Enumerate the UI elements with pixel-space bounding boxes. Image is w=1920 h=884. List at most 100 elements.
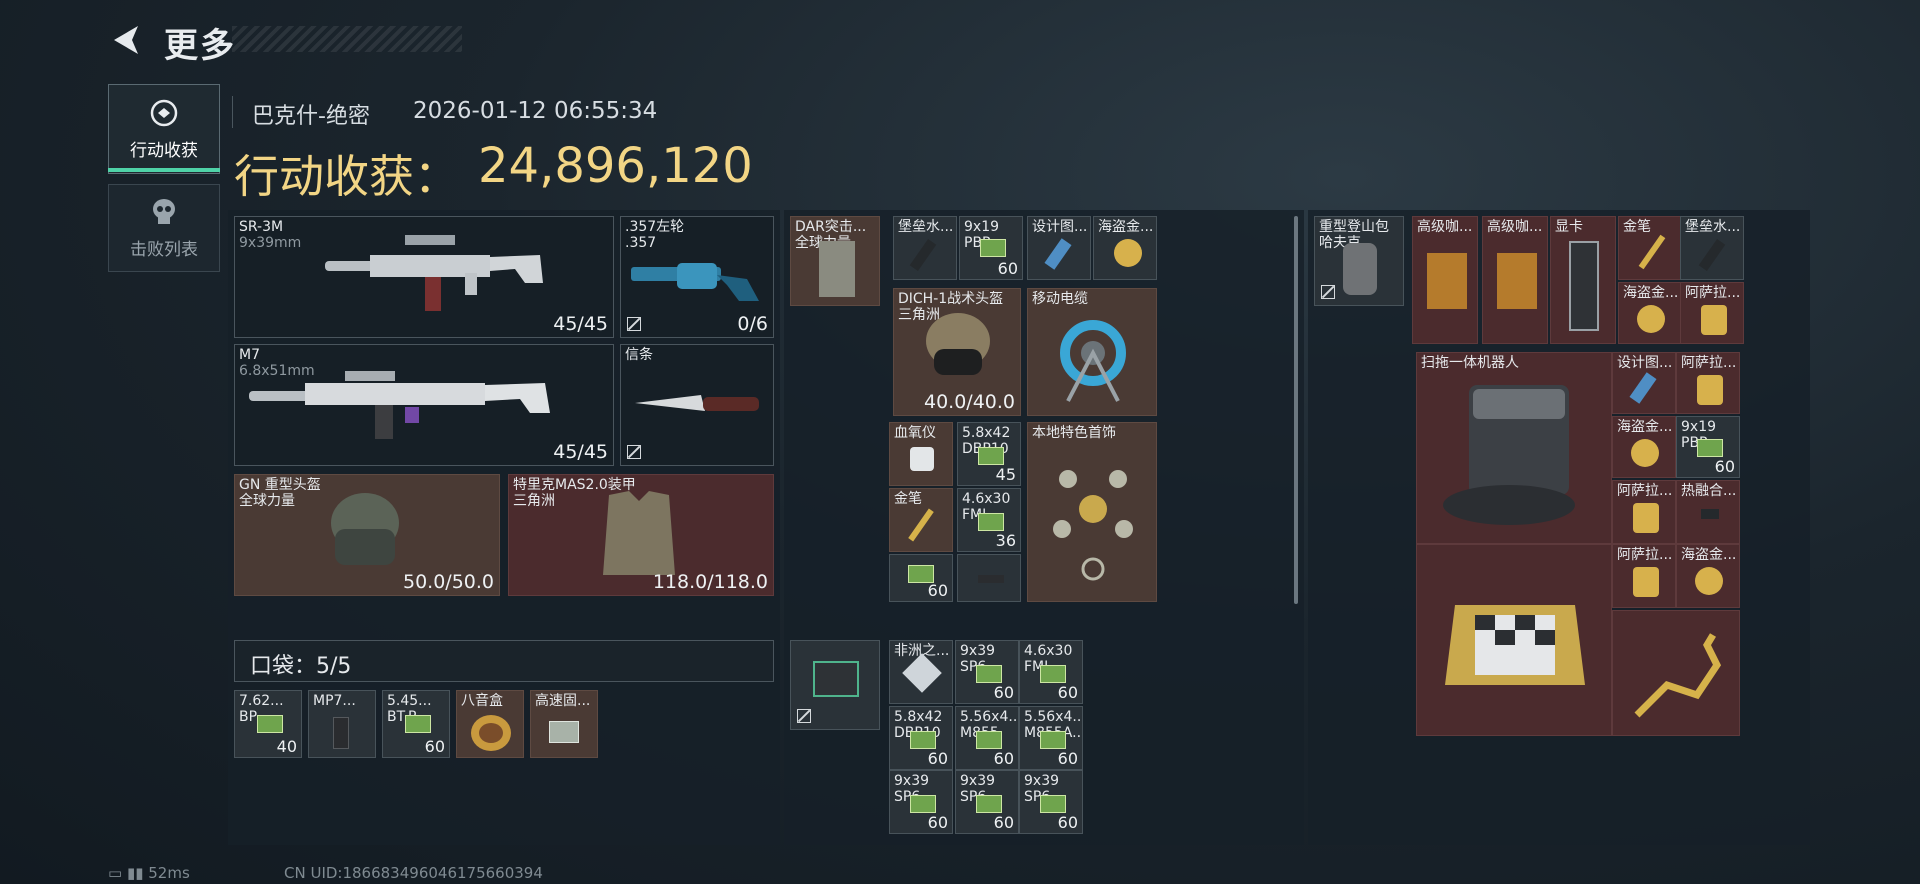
bag-item[interactable] [957,554,1021,602]
item-name: DICH-1战术头盔 [898,291,1004,307]
jewelry-icon [1053,470,1133,581]
item-name: 阿萨拉... [1685,285,1741,301]
bag-item[interactable]: 非洲之... [889,640,953,704]
item-name: 金笔 [894,491,922,507]
gold-deer-icon [1634,633,1722,718]
bag-item[interactable]: 5.56x4... M855A... 60 [1019,706,1083,770]
lock-icon [797,709,811,723]
case-item[interactable]: 海盗金... [1618,282,1682,344]
item-name: 信条 [625,347,653,363]
rifle-icon [325,235,543,311]
pocket-label: 口袋：5/5 [250,654,352,679]
case-item[interactable]: 扫拖一体机器人 [1416,352,1612,544]
bag-item[interactable]: 9x39 SP6 60 [955,770,1019,834]
bag-item[interactable]: 4.6x30 FMJ 36 [957,488,1021,552]
case-item[interactable] [1416,544,1612,736]
item-count: 60 [993,683,1014,702]
bag-item[interactable]: 60 [889,554,953,602]
bag-item[interactable]: 堡垒水... [893,216,957,280]
case-item[interactable]: 海盗金... [1612,416,1676,478]
blueprint-icon [1044,238,1072,270]
case-item[interactable]: 阿萨拉... [1676,352,1740,414]
case-item[interactable]: 高级咖... [1412,216,1478,344]
bag-item[interactable]: 5.56x4... M855 60 [955,706,1019,770]
item-name: 海盗金... [1623,285,1679,301]
melee-slot[interactable]: 信条 [620,344,774,466]
backpack-icon [813,661,859,697]
case-item[interactable]: 高级咖... [1482,216,1548,344]
tab-label: 行动收获 [130,140,198,161]
ammo-box-icon [1040,795,1066,813]
case-item[interactable]: 海盗金... [1676,544,1740,608]
item-name: 9x39 [960,773,996,789]
bag-item[interactable]: 本地特色首饰 [1027,422,1157,602]
case-item[interactable]: 热融合... [1676,480,1740,544]
music-box-icon [471,715,511,751]
scrollbar[interactable] [1294,216,1298,604]
bag-item[interactable]: 4.6x30 FMJ 60 [1019,640,1083,704]
item-name: 阿萨拉... [1617,547,1673,563]
pocket-item[interactable]: 5.45... BT.P 60 [382,690,450,758]
item-name: 显卡 [1555,219,1583,235]
ammo-box-icon [976,665,1002,683]
pocket-item[interactable]: 高速固... [530,690,598,758]
item-name: 扫拖一体机器人 [1421,355,1519,371]
armor-slot[interactable]: 特里克MAS2.0装甲 三角洲 118.0/118.0 [508,474,774,596]
weapon-slot-sidearm[interactable]: .357左轮 .357 0/6 [620,216,774,338]
teacup-icon [1701,305,1727,335]
item-count: 60 [927,749,948,768]
case-item[interactable]: 显卡 [1550,216,1616,344]
bag-item[interactable]: 金笔 [889,488,953,552]
bag-item[interactable]: 5.8x42 DBP10 45 [957,422,1021,486]
magazine-icon [333,717,349,749]
gold-coin-icon [1631,439,1659,467]
bag-item[interactable]: 9x39 SP6 60 [955,640,1019,704]
bag-item[interactable]: 移动电缆 [1027,288,1157,416]
item-name: 9x19 [1681,419,1717,435]
item-name: 本地特色首饰 [1032,425,1116,441]
case-item[interactable]: 9x19 PBP 60 [1676,416,1740,478]
bag-item[interactable]: 9x39 SP6 60 [889,770,953,834]
tab-kill-list[interactable]: 击败列表 [108,184,220,272]
bag-item[interactable]: DICH-1战术头盔 三角洲 40.0/40.0 [893,288,1021,416]
chest-rig-icon [819,241,855,297]
back-arrow-icon[interactable] [108,22,144,58]
thermos-icon [909,239,937,271]
case-item[interactable]: 阿萨拉... [1612,544,1676,608]
bag-item[interactable]: 5.8x42 DBP10 60 [889,706,953,770]
bag-item[interactable]: 设计图... [1027,216,1091,280]
bag-item[interactable]: 9x19 PBP 60 [959,216,1023,280]
teacup-icon [1633,567,1659,597]
weapon-slot-primary[interactable]: SR-3M 9x39mm 45/45 [234,216,614,338]
item-count: 60 [1057,749,1078,768]
durability: 118.0/118.0 [652,571,768,593]
ammo-box-icon [1697,439,1723,457]
pocket-item[interactable]: MP7... [308,690,376,758]
item-name: 7.62... [239,693,284,709]
bag-item[interactable]: 9x39 SP6 60 [1019,770,1083,834]
item-name: 海盗金... [1098,219,1154,235]
pocket-item[interactable]: 7.62... BP 40 [234,690,302,758]
bag-item[interactable]: 海盗金... [1093,216,1157,280]
item-name: 阿萨拉... [1681,355,1737,371]
item-name: 血氧仪 [894,425,936,441]
case-item[interactable]: 金笔 [1618,216,1682,280]
backpack-slot-right[interactable]: 重型登山包 哈夫克 [1314,216,1404,306]
helmet-slot[interactable]: GN 重型头盔 全球力量 50.0/50.0 [234,474,500,596]
ammo-box-icon [910,795,936,813]
chest-rig-slot[interactable]: DAR突击... 全球力量 [790,216,880,306]
case-item[interactable]: 阿萨拉... [1612,480,1676,544]
gold-coin-icon [1695,567,1723,595]
case-item[interactable]: 堡垒水... [1680,216,1744,280]
bag-item[interactable]: 血氧仪 [889,422,953,486]
tab-action-loot[interactable]: 行动收获 [108,84,220,174]
item-sub: BP [239,709,258,725]
case-item[interactable] [1612,610,1740,736]
backpack-slot[interactable] [790,640,880,730]
case-item[interactable]: 阿萨拉... [1680,282,1744,344]
pocket-item[interactable]: 八音盒 [456,690,524,758]
case-item[interactable]: 设计图... [1612,352,1676,414]
gun-part-icon [978,575,1004,583]
weapon-slot-secondary[interactable]: M7 6.8x51mm 45/45 [234,344,614,466]
item-name: 4.6x30 [1024,643,1073,659]
